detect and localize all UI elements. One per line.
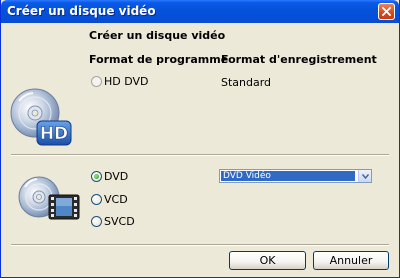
- window-title: Créer un disque vidéo: [7, 4, 156, 18]
- dvd-radio-label: DVD: [104, 170, 129, 183]
- radio-indicator: [91, 171, 102, 182]
- footer-separator: [11, 244, 389, 246]
- dropdown-button[interactable]: [358, 170, 371, 182]
- create-video-disc-dialog: Créer un disque vidéo Créer un disque vi…: [0, 0, 400, 278]
- close-button[interactable]: [378, 3, 395, 20]
- hd-disc-icon: HD: [10, 88, 72, 146]
- video-disc-icon: [18, 176, 80, 220]
- title-bar[interactable]: Créer un disque vidéo: [1, 0, 399, 23]
- hd-dvd-radio[interactable]: HD DVD: [91, 75, 149, 88]
- section-heading: Créer un disque vidéo: [89, 29, 226, 42]
- radio-indicator: [91, 216, 102, 227]
- hd-dvd-radio-label: HD DVD: [104, 75, 149, 88]
- dialog-body: Créer un disque vidéo Format de programm…: [3, 23, 397, 276]
- svcd-radio-label: SVCD: [104, 215, 135, 228]
- disc-format-select-value: DVD Vidéo: [221, 171, 355, 181]
- section-separator: [11, 154, 389, 156]
- disc-format-select[interactable]: DVD Vidéo: [219, 169, 372, 183]
- radio-indicator: [91, 194, 102, 205]
- ok-button[interactable]: OK: [229, 251, 306, 270]
- svcd-radio[interactable]: SVCD: [91, 215, 135, 228]
- recording-format-label: Format d'enregistrement: [221, 53, 377, 66]
- chevron-down-icon: [361, 173, 369, 179]
- vcd-radio[interactable]: VCD: [91, 193, 128, 206]
- program-format-label: Format de programme: [89, 53, 229, 66]
- recording-format-value: Standard: [221, 76, 272, 89]
- vcd-radio-label: VCD: [104, 193, 128, 206]
- cancel-button[interactable]: Annuler: [313, 251, 389, 270]
- svg-text:HD: HD: [40, 124, 68, 144]
- radio-indicator: [91, 76, 102, 87]
- dvd-radio[interactable]: DVD: [91, 170, 128, 183]
- close-icon: [382, 7, 391, 16]
